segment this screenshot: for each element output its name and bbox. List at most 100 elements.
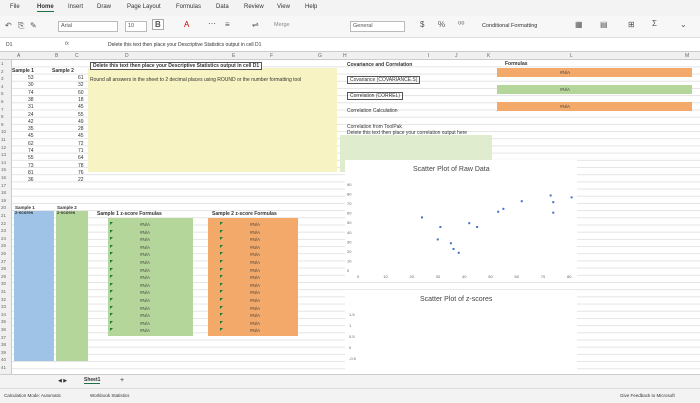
z-formula-na[interactable]: #N/A [250, 237, 260, 242]
sample1-value[interactable]: 74 [28, 90, 34, 96]
row-header-20[interactable]: 20 [1, 205, 6, 210]
sample1-value[interactable]: 81 [28, 170, 34, 176]
corr-calc-label[interactable]: Correlation Calculation [347, 108, 398, 114]
row-header-10[interactable]: 10 [1, 129, 6, 134]
sample2-value[interactable]: 72 [78, 141, 84, 147]
formula-content[interactable]: Delete this text then place your Descrip… [108, 42, 261, 48]
tab-review[interactable]: Review [244, 4, 264, 10]
sample1-value[interactable]: 30 [28, 82, 34, 88]
row-header-19[interactable]: 19 [1, 198, 6, 203]
z-formula-na[interactable]: #N/A [250, 260, 260, 265]
formula-result-3[interactable] [497, 102, 692, 111]
z-formula-header-sample1[interactable]: Sample 1 z-score Formulas [97, 211, 162, 217]
error-flag-icon[interactable] [110, 305, 113, 309]
sample2-value[interactable]: 64 [78, 155, 84, 161]
col-header-g[interactable]: G [318, 53, 322, 59]
z-formula-na[interactable]: #N/A [250, 290, 260, 295]
bold-button[interactable]: B [152, 19, 164, 30]
error-flag-icon[interactable] [220, 222, 223, 225]
row-header-8[interactable]: 8 [1, 114, 4, 119]
formula-result-1[interactable] [497, 68, 692, 77]
sample2-value[interactable]: 71 [78, 148, 84, 154]
wrap-text-icon[interactable]: ⇌ [252, 20, 259, 29]
sample1-value[interactable]: 53 [28, 75, 34, 81]
sample1-value[interactable]: 31 [28, 104, 34, 110]
tab-file[interactable]: File [10, 4, 20, 10]
row-header-36[interactable]: 36 [1, 327, 6, 332]
row-header-35[interactable]: 35 [1, 319, 6, 324]
z-formula-na[interactable]: #N/A [250, 268, 260, 273]
format-table-icon[interactable]: ▦ [575, 20, 583, 29]
row-header-1[interactable]: 1 [1, 61, 4, 66]
row-header-4[interactable]: 4 [1, 84, 4, 89]
z-formula-na[interactable]: #N/A [250, 245, 260, 250]
sample1-value[interactable]: 35 [28, 126, 34, 132]
z-formula-na[interactable]: #N/A [140, 328, 150, 333]
z-formula-na[interactable]: #N/A [140, 283, 150, 288]
z-scores-sample2-area[interactable] [56, 211, 88, 361]
z-header-sample2[interactable]: Sample 2 z-scores [57, 205, 81, 215]
sample2-header[interactable]: Sample 2 [52, 68, 74, 74]
error-flag-icon[interactable] [110, 252, 113, 256]
sample1-value[interactable]: 38 [28, 97, 34, 103]
formula-na-2[interactable]: #N/A [560, 87, 570, 92]
scatter-chart-raw[interactable]: Scatter Plot of Raw Data 90 80 70 60 50 40 30 2… [345, 160, 577, 280]
z-formula-na[interactable]: #N/A [140, 237, 150, 242]
error-flag-icon[interactable] [220, 244, 223, 248]
add-sheet-icon[interactable]: + [120, 377, 124, 384]
error-flag-icon[interactable] [220, 267, 223, 271]
sample2-value[interactable]: 78 [78, 163, 84, 169]
col-header-i[interactable]: I [428, 53, 429, 59]
row-header-9[interactable]: 9 [1, 122, 4, 127]
z-formula-sample1-area[interactable] [108, 218, 193, 336]
row-header-6[interactable]: 6 [1, 99, 4, 104]
sample2-value[interactable]: 45 [78, 104, 84, 110]
sample2-value[interactable]: 76 [78, 170, 84, 176]
name-box[interactable]: D1 [6, 42, 12, 48]
error-flag-icon[interactable] [110, 282, 113, 286]
error-flag-icon[interactable] [110, 244, 113, 248]
z-formula-na[interactable]: #N/A [140, 290, 150, 295]
tab-data[interactable]: Data [216, 4, 229, 10]
row-header-2[interactable]: 2 [1, 69, 4, 74]
col-header-h[interactable]: H [343, 53, 347, 59]
tab-formulas[interactable]: Formulas [176, 4, 201, 10]
sheet-tab-sheet1[interactable]: Sheet1 [84, 377, 101, 384]
z-formula-na[interactable]: #N/A [140, 260, 150, 265]
row-header-16[interactable]: 16 [1, 175, 6, 180]
sample2-value[interactable]: 18 [78, 97, 84, 103]
font-color-icon[interactable]: A [184, 20, 189, 29]
row-header-23[interactable]: 23 [1, 228, 6, 233]
error-flag-icon[interactable] [110, 320, 113, 324]
col-header-k[interactable]: K [487, 53, 490, 59]
col-header-c[interactable]: C [75, 53, 79, 59]
row-header-7[interactable]: 7 [1, 107, 4, 112]
merge-button[interactable]: Merge [272, 21, 330, 32]
align-icon[interactable]: ≡ [225, 20, 230, 29]
row-header-40[interactable]: 40 [1, 357, 6, 362]
sample1-value[interactable]: 42 [28, 119, 34, 125]
clipboard-icon[interactable]: ⎘ [18, 21, 24, 31]
row-header-41[interactable]: 41 [1, 365, 6, 370]
sample2-value[interactable]: 60 [78, 90, 84, 96]
z-formula-na[interactable]: #N/A [140, 275, 150, 280]
error-flag-icon[interactable] [110, 275, 113, 279]
z-formula-na[interactable]: #N/A [250, 252, 260, 257]
sort-icon[interactable]: ⌄ [680, 20, 687, 29]
col-header-m[interactable]: M [685, 53, 689, 59]
error-flag-icon[interactable] [220, 252, 223, 256]
z-formula-na[interactable]: #N/A [140, 298, 150, 303]
row-header-38[interactable]: 38 [1, 342, 6, 347]
decimal-icon[interactable]: ⁰⁰ [458, 20, 464, 29]
calc-mode[interactable]: Calculation Mode: Automatic [4, 393, 61, 398]
row-header-11[interactable]: 11 [1, 137, 6, 142]
col-header-e[interactable]: E [232, 53, 235, 59]
row-header-5[interactable]: 5 [1, 91, 4, 96]
error-flag-icon[interactable] [110, 298, 113, 301]
z-header-sample1[interactable]: Sample 1 z-scores [15, 205, 39, 215]
sample2-value[interactable]: 32 [78, 82, 84, 88]
font-size-select[interactable]: 10 [125, 21, 147, 32]
z-formula-na[interactable]: #N/A [140, 222, 150, 227]
error-flag-icon[interactable] [220, 320, 223, 324]
z-formula-na[interactable]: #N/A [140, 306, 150, 311]
